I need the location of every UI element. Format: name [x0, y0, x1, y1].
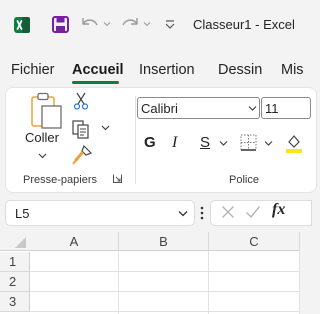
group-separator — [135, 96, 136, 184]
tab-fichier[interactable]: Fichier — [11, 59, 55, 81]
document-title: Classeur1 - Excel — [193, 17, 295, 32]
chevron-down-icon[interactable] — [143, 20, 151, 28]
font-name-select[interactable]: Calibri — [137, 97, 260, 119]
enter-icon[interactable] — [245, 205, 261, 219]
chevron-down-icon[interactable] — [103, 20, 111, 28]
font-group-label: Police — [229, 174, 259, 186]
chevron-down-icon[interactable] — [264, 140, 273, 147]
bold-button[interactable]: G — [144, 134, 156, 152]
chevron-down-icon — [248, 106, 257, 111]
row-gridline — [30, 271, 300, 272]
font-name-value: Calibri — [141, 101, 178, 116]
column-gridline — [118, 251, 119, 314]
chevron-down-icon[interactable] — [38, 152, 47, 160]
cut-icon[interactable] — [73, 92, 89, 110]
name-box[interactable]: L5 — [6, 201, 194, 225]
column-header-b[interactable]: B — [119, 232, 209, 251]
font-size-value: 11 — [265, 101, 279, 116]
underline-button[interactable]: S — [200, 134, 210, 152]
borders-icon[interactable] — [240, 134, 257, 151]
excel-logo-icon — [14, 17, 30, 33]
save-icon[interactable] — [52, 16, 69, 33]
row-header-2[interactable]: 2 — [0, 272, 30, 292]
fill-color-icon[interactable] — [286, 133, 302, 153]
tab-accueil[interactable]: Accueil — [72, 59, 124, 81]
insert-function-button[interactable]: fx — [272, 201, 285, 219]
font-size-select[interactable]: 11 — [261, 97, 311, 119]
active-tab-indicator — [72, 81, 119, 84]
italic-button[interactable]: I — [172, 134, 177, 152]
customize-quick-access-icon[interactable] — [165, 19, 175, 31]
select-all-corner[interactable] — [0, 232, 30, 251]
row-header-3[interactable]: 3 — [0, 292, 30, 312]
dialog-launcher-icon[interactable] — [113, 174, 122, 183]
name-box-value: L5 — [15, 206, 30, 221]
tab-dessin[interactable]: Dessin — [218, 59, 262, 81]
chevron-down-icon[interactable] — [219, 140, 228, 147]
row-gridline — [30, 311, 300, 312]
paste-label[interactable]: Coller — [25, 130, 59, 145]
more-options-icon[interactable] — [200, 206, 204, 220]
redo-icon[interactable] — [120, 15, 140, 33]
tab-insertion[interactable]: Insertion — [139, 59, 195, 81]
row-gridline — [30, 291, 300, 292]
row-header-1[interactable]: 1 — [0, 252, 30, 272]
column-gridline — [208, 251, 209, 314]
clipboard-group-label: Presse-papiers — [23, 174, 97, 186]
tab-mise-en-page[interactable]: Mis — [281, 59, 304, 81]
chevron-down-icon[interactable] — [101, 124, 110, 132]
column-header-c[interactable]: C — [209, 232, 300, 251]
column-header-a[interactable]: A — [30, 232, 119, 251]
undo-icon[interactable] — [80, 15, 100, 33]
format-painter-icon[interactable] — [71, 144, 93, 166]
copy-icon[interactable] — [71, 119, 91, 139]
column-gridline — [299, 251, 300, 314]
cancel-icon[interactable] — [221, 205, 235, 219]
chevron-down-icon — [178, 211, 188, 217]
paste-icon[interactable] — [30, 92, 64, 130]
